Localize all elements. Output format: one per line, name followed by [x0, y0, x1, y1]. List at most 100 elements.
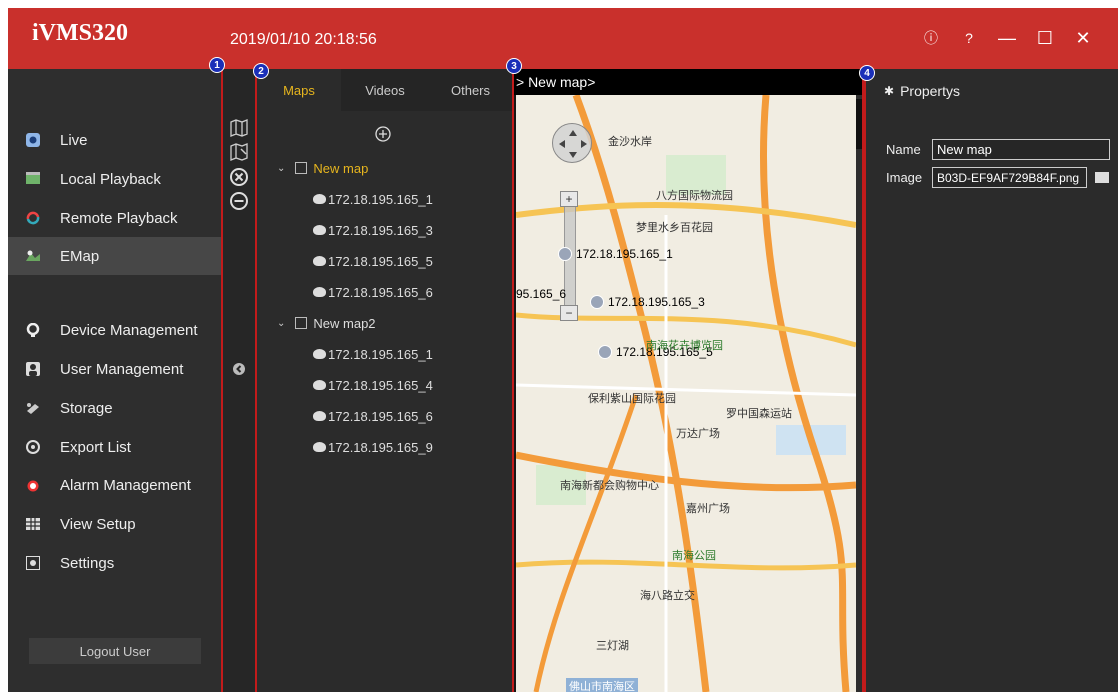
sidebar-item-label: Live [60, 131, 88, 149]
map-breadcrumb: > New map> [514, 69, 862, 95]
camera-icon [558, 247, 572, 261]
map-camera-marker[interactable]: 95.165_6 [516, 287, 566, 301]
minimize-button[interactable]: — [988, 22, 1026, 54]
maximize-button[interactable]: ☐ [1026, 22, 1064, 54]
marker-label: 172.18.195.165_3 [608, 295, 705, 309]
pan-control[interactable] [552, 123, 592, 163]
camera-icon [598, 345, 612, 359]
scrollbar-thumb[interactable] [856, 99, 862, 149]
tree-device-item[interactable]: 172.18.195.165_9 [313, 435, 433, 459]
sidebar-item-label: Storage [60, 399, 113, 417]
sidebar-nav: Live Local Playback Remote Playback EMap… [8, 69, 221, 692]
user-management-icon [26, 362, 40, 376]
map-name-input[interactable] [932, 139, 1110, 160]
device-label: 172.18.195.165_6 [328, 408, 433, 424]
zoom-in-button[interactable]: + [560, 191, 578, 207]
tree-device-item[interactable]: 172.18.195.165_1 [313, 342, 433, 366]
map-camera-marker[interactable]: 172.18.195.165_3 [590, 295, 705, 309]
map-label: 梦里水乡百花园 [636, 222, 713, 234]
sidebar-item-remote-playback[interactable]: Remote Playback [8, 199, 221, 237]
chevron-down-icon: ⌄ [277, 317, 286, 329]
gear-icon: ✱ [884, 84, 895, 98]
map-label: 海八路立交 [640, 590, 695, 602]
storage-icon [26, 401, 40, 415]
sidebar-item-storage[interactable]: Storage [8, 389, 221, 427]
tree-device-item[interactable]: 172.18.195.165_6 [313, 404, 433, 428]
name-label: Name [886, 142, 921, 157]
zoom-out-button[interactable]: − [560, 305, 578, 321]
sidebar-item-export-list[interactable]: Export List [8, 428, 221, 466]
logout-button[interactable]: Logout User [29, 638, 201, 664]
sidebar-item-local-playback[interactable]: Local Playback [8, 160, 221, 198]
chevron-down-icon: ⌄ [277, 162, 286, 174]
device-label: 172.18.195.165_3 [328, 222, 433, 238]
sidebar-item-label: Device Management [60, 321, 198, 339]
alarm-icon [26, 478, 40, 492]
local-playback-icon [26, 172, 40, 186]
tree-device-item[interactable]: 172.18.195.165_4 [313, 373, 433, 397]
map-scrollbar[interactable] [856, 95, 862, 692]
sidebar-item-emap[interactable]: EMap [8, 237, 221, 275]
export-list-icon [26, 440, 40, 454]
tree-device-item[interactable]: 172.18.195.165_6 [313, 280, 433, 304]
emap-icon [26, 249, 40, 263]
image-path-input[interactable] [932, 167, 1087, 188]
map-view[interactable]: + − 172.18.195.165_1 95.165_6 172.18.195… [516, 95, 856, 692]
map-label: 八方国际物流园 [656, 190, 733, 202]
folder-icon[interactable] [1095, 172, 1109, 183]
camera-icon [313, 225, 326, 235]
sidebar-item-device-management[interactable]: Device Management [8, 311, 221, 349]
sidebar-item-live[interactable]: Live [8, 121, 221, 159]
window-controls: ⓘ ? — ☐ ✕ [912, 22, 1102, 54]
tree-device-item[interactable]: 172.18.195.165_1 [313, 187, 433, 211]
sidebar-item-alarm-management[interactable]: Alarm Management [8, 466, 221, 504]
remove-icon[interactable] [229, 191, 249, 211]
sidebar-item-label: Remote Playback [60, 209, 178, 227]
device-label: 172.18.195.165_1 [328, 346, 433, 362]
sidebar-item-user-management[interactable]: User Management [8, 350, 221, 388]
map-icon [295, 317, 308, 329]
map-label: 嘉州广场 [686, 503, 730, 515]
close-button[interactable]: ✕ [1064, 22, 1102, 54]
add-map-icon[interactable] [229, 119, 249, 139]
map-label: 佛山市南海区 [566, 678, 638, 692]
map-tree-panel: Maps Videos Others ⌄ New map 172.18.195.… [257, 69, 512, 692]
tab-maps[interactable]: Maps [257, 69, 341, 111]
device-management-icon [26, 322, 40, 337]
edit-map-icon[interactable] [229, 143, 249, 163]
sidebar-item-label: View Setup [60, 515, 136, 533]
tab-videos[interactable]: Videos [341, 69, 429, 111]
tree-device-item[interactable]: 172.18.195.165_5 [313, 249, 433, 273]
camera-icon [313, 256, 326, 266]
region-badge: 2 [253, 63, 269, 79]
camera-icon [313, 194, 326, 204]
image-label: Image [886, 170, 923, 185]
title-bar: iVMS320 2019/01/10 20:18:56 ⓘ ? — ☐ ✕ [8, 8, 1118, 69]
device-label: 172.18.195.165_9 [328, 439, 433, 455]
sidebar-item-label: Local Playback [60, 170, 161, 188]
help-icon[interactable]: ? [950, 22, 988, 54]
info-icon[interactable]: ⓘ [912, 22, 950, 54]
delete-map-icon[interactable] [229, 167, 249, 187]
sidebar-item-view-setup[interactable]: View Setup [8, 505, 221, 543]
region-badge: 3 [506, 58, 522, 74]
tree-device-item[interactable]: 172.18.195.165_3 [313, 218, 433, 242]
panel-tabs: Maps Videos Others [257, 69, 512, 111]
map-panel: > New map> + − 172.18.195.165_1 95.165_6… [512, 69, 864, 692]
tree-map-item[interactable]: ⌄ New map [277, 156, 368, 180]
map-label: 万达广场 [676, 428, 720, 440]
properties-title: Propertys [900, 83, 960, 99]
map-camera-marker[interactable]: 172.18.195.165_1 [558, 247, 673, 261]
sidebar-item-label: Settings [60, 554, 115, 572]
tree-map-label: New map [313, 160, 369, 176]
camera-icon [313, 349, 326, 359]
sidebar-item-settings[interactable]: Settings [8, 544, 221, 582]
add-icon[interactable] [374, 125, 392, 143]
tab-others[interactable]: Others [429, 69, 512, 111]
properties-header: ✱ Propertys [884, 83, 960, 99]
region-badge: 1 [209, 57, 225, 73]
view-setup-icon [26, 517, 40, 531]
tree-map-item[interactable]: ⌄ New map2 [277, 311, 376, 335]
settings-icon [26, 556, 40, 570]
collapse-sidebar-icon[interactable] [229, 359, 249, 379]
